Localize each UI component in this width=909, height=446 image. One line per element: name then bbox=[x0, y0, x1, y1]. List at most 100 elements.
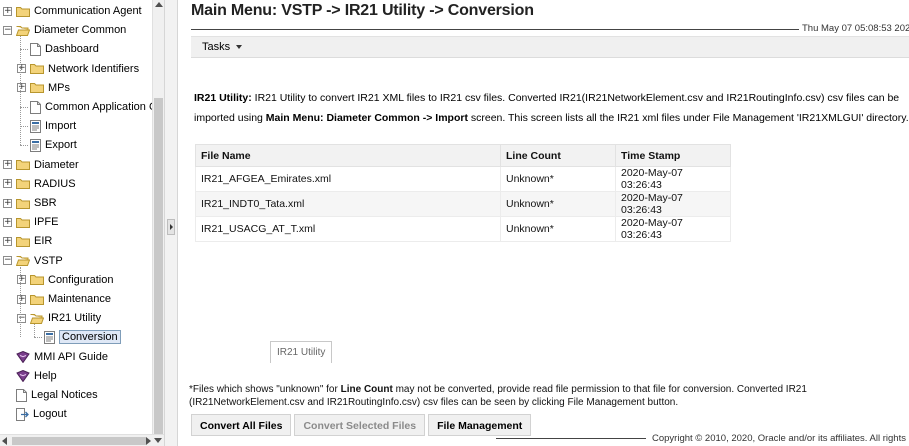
collapse-icon[interactable]: − bbox=[3, 25, 12, 35]
nav-item-help[interactable]: Help bbox=[16, 367, 57, 385]
book-icon bbox=[16, 350, 30, 363]
nav-vertical-scroll-thumb[interactable] bbox=[154, 98, 163, 434]
file-name-cell: IR21_INDT0_Tata.xml bbox=[195, 191, 501, 217]
expand-icon[interactable]: + bbox=[17, 294, 26, 304]
nav-item-dashboard[interactable]: Dashboard bbox=[30, 40, 99, 58]
pane-splitter[interactable] bbox=[164, 0, 178, 446]
tree-guide-line bbox=[20, 266, 21, 338]
line-count-cell: Unknown* bbox=[500, 166, 616, 192]
book-icon bbox=[16, 369, 30, 382]
scroll-right-icon[interactable] bbox=[146, 437, 151, 445]
time-stamp-cell: 2020-May-07 03:26:43 bbox=[615, 166, 731, 192]
nav-item-export[interactable]: Export bbox=[30, 136, 77, 154]
folder-icon bbox=[16, 236, 30, 247]
nav-item-vstp[interactable]: VSTP bbox=[16, 252, 63, 270]
nav-horizontal-scrollbar[interactable] bbox=[0, 434, 164, 446]
tasks-label: Tasks bbox=[202, 41, 231, 53]
convert-selected-files-button[interactable]: Convert Selected Files bbox=[294, 414, 426, 436]
utility-description: IR21 Utility: IR21 Utility to convert IR… bbox=[194, 88, 909, 128]
tree-connector bbox=[20, 145, 28, 147]
tasks-menu-button[interactable]: Tasks bbox=[202, 41, 243, 53]
expand-icon[interactable]: + bbox=[3, 6, 12, 16]
scroll-left-icon[interactable] bbox=[2, 437, 7, 445]
table-row[interactable]: IR21_USACG_AT_T.xml Unknown* 2020-May-07… bbox=[195, 216, 731, 242]
nav-item-logout[interactable]: Logout bbox=[16, 405, 67, 423]
collapse-pane-icon[interactable] bbox=[167, 219, 175, 235]
tab-ir21-utility[interactable]: IR21 Utility bbox=[270, 341, 333, 363]
nav-item-label: Help bbox=[34, 369, 57, 382]
nav-item-label: IR21 Utility bbox=[48, 312, 102, 325]
copyright-notice: Copyright © 2010, 2020, Oracle and/or it… bbox=[652, 433, 909, 444]
nav-item-communication-agent[interactable]: Communication Agent bbox=[16, 2, 142, 20]
folder-icon bbox=[30, 294, 44, 305]
nav-item-configuration[interactable]: Configuration bbox=[30, 271, 113, 289]
nav-item-eir[interactable]: EIR bbox=[16, 232, 52, 250]
nav-item-label: Maintenance bbox=[48, 293, 111, 305]
tree-connector bbox=[20, 107, 28, 108]
expand-icon[interactable]: + bbox=[3, 160, 12, 170]
expand-icon[interactable]: + bbox=[3, 236, 12, 246]
nav-item-label: MPs bbox=[48, 81, 70, 94]
file-management-button[interactable]: File Management bbox=[428, 414, 532, 436]
nav-item-label: Diameter Common bbox=[34, 24, 127, 37]
nav-item-maintenance[interactable]: Maintenance bbox=[30, 290, 111, 308]
column-header-file-name[interactable]: File Name bbox=[195, 144, 501, 167]
folder-icon bbox=[16, 198, 30, 209]
nav-item-network-identifiers[interactable]: Network Identifiers bbox=[30, 60, 139, 78]
nav-item-ipfe[interactable]: IPFE bbox=[16, 213, 58, 231]
folder-icon bbox=[16, 159, 30, 171]
nav-item-mmi-api-guide[interactable]: MMI API Guide bbox=[16, 348, 108, 366]
nav-item-label: Import bbox=[45, 120, 77, 133]
table-row[interactable]: IR21_INDT0_Tata.xml Unknown* 2020-May-07… bbox=[195, 191, 731, 217]
nav-item-label: EIR bbox=[34, 235, 53, 248]
expand-icon[interactable]: + bbox=[17, 275, 26, 285]
expand-icon[interactable]: + bbox=[3, 179, 12, 189]
scroll-down-icon[interactable] bbox=[154, 438, 162, 443]
folder-icon bbox=[30, 274, 44, 286]
title-divider bbox=[191, 29, 799, 30]
nav-horizontal-scroll-thumb[interactable] bbox=[12, 437, 146, 445]
caret-down-icon bbox=[236, 45, 243, 49]
description-text-2: screen. This screen lists all the IR21 x… bbox=[467, 112, 909, 124]
scroll-up-icon[interactable] bbox=[155, 2, 163, 7]
column-header-line-count[interactable]: Line Count bbox=[500, 144, 616, 167]
description-lead: IR21 Utility: bbox=[194, 92, 252, 104]
nav-item-ir21-utility[interactable]: IR21 Utility bbox=[30, 309, 101, 327]
expand-icon[interactable]: + bbox=[3, 217, 12, 227]
nav-item-sbr[interactable]: SBR bbox=[16, 194, 57, 212]
table-row[interactable]: IR21_AFGEA_Emirates.xml Unknown* 2020-Ma… bbox=[195, 166, 731, 192]
nav-item-label: Communication Agent bbox=[34, 5, 142, 17]
form-icon bbox=[30, 138, 41, 152]
folder-icon bbox=[16, 217, 30, 228]
nav-item-common-application-o[interactable]: Common Application O bbox=[30, 98, 158, 116]
folder-icon bbox=[16, 6, 30, 17]
expand-icon[interactable]: + bbox=[17, 83, 26, 93]
collapse-icon[interactable]: − bbox=[3, 256, 12, 266]
footnote-bold: Line Count bbox=[340, 384, 393, 395]
table-header-row: File Name Line Count Time Stamp bbox=[195, 144, 731, 167]
column-header-time-stamp[interactable]: Time Stamp bbox=[615, 144, 731, 167]
expand-icon[interactable]: + bbox=[3, 198, 12, 208]
nav-item-diameter-common[interactable]: Diameter Common bbox=[16, 21, 126, 39]
nav-item-label: Legal Notices bbox=[31, 389, 98, 401]
nav-item-mps[interactable]: MPs bbox=[30, 79, 70, 97]
expand-icon[interactable]: + bbox=[17, 64, 26, 74]
nav-item-label: Dashboard bbox=[45, 43, 99, 56]
nav-item-radius[interactable]: RADIUS bbox=[16, 175, 76, 193]
nav-item-label: Network Identifiers bbox=[48, 62, 140, 75]
nav-item-label: VSTP bbox=[34, 254, 63, 267]
page-icon bbox=[30, 42, 41, 56]
nav-vertical-scrollbar[interactable] bbox=[152, 0, 164, 434]
folder-open-icon bbox=[16, 25, 30, 36]
line-count-cell: Unknown* bbox=[500, 191, 616, 217]
nav-item-diameter[interactable]: Diameter bbox=[16, 156, 79, 174]
nav-item-conversion[interactable]: Conversion bbox=[44, 328, 121, 346]
folder-open-icon bbox=[16, 255, 30, 267]
nav-item-legal-notices[interactable]: Legal Notices bbox=[16, 386, 98, 404]
nav-item-label: Export bbox=[45, 139, 77, 152]
collapse-icon[interactable]: − bbox=[17, 313, 26, 323]
file-name-cell: IR21_AFGEA_Emirates.xml bbox=[195, 166, 501, 192]
nav-item-import[interactable]: Import bbox=[30, 117, 76, 135]
nav-item-label: RADIUS bbox=[34, 177, 76, 190]
convert-all-files-button[interactable]: Convert All Files bbox=[191, 414, 292, 436]
